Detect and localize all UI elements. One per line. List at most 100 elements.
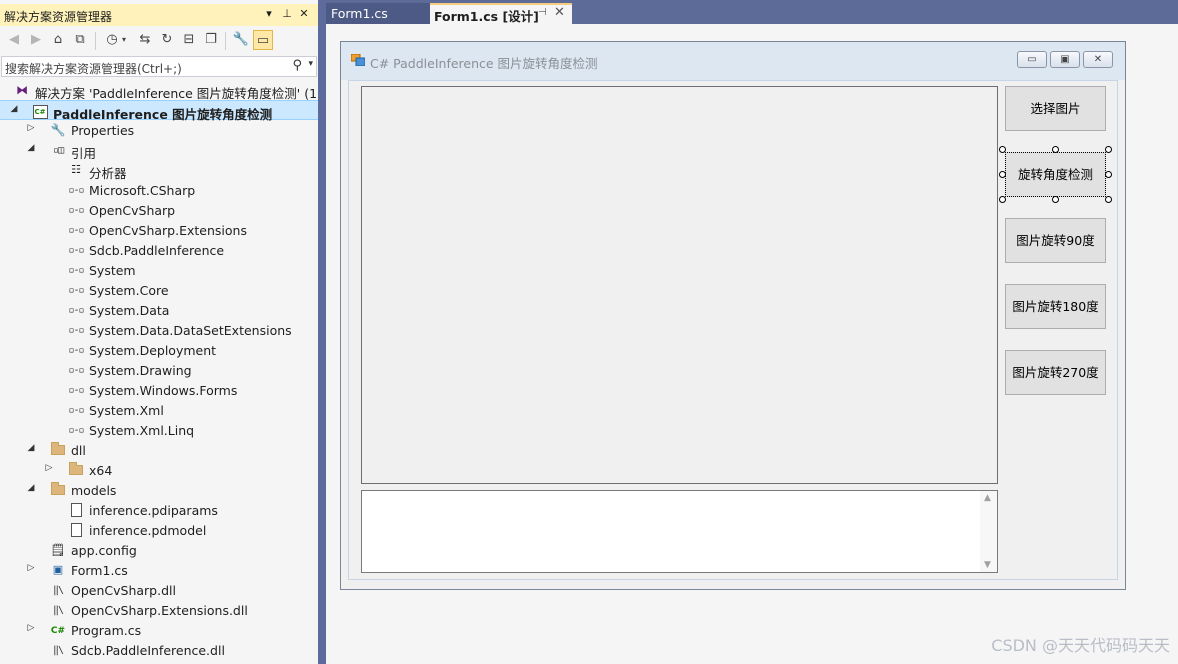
expand-icon[interactable]: ▷ [26,123,36,133]
scroll-up-icon[interactable]: ▲ [984,493,991,503]
close-icon[interactable]: ✕ [554,5,565,20]
pin-icon[interactable]: ⊥ [280,7,294,23]
form-titlebar: C# PaddleInference 图片旋转角度检测 ▭ ▣ ✕ [341,42,1125,80]
tree-item[interactable]: ⧓ 解决方案 'PaddleInference 图片旋转角度检测' (1 个 [0,80,318,101]
close-icon[interactable]: ✕ [297,7,311,23]
collapse-all-icon[interactable]: ⊟ [179,30,199,50]
panel-splitter[interactable] [318,0,326,664]
select-image-button[interactable]: 选择图片 [1005,86,1106,131]
resize-handle[interactable] [1105,196,1112,203]
tree-item-label: System.Xml [89,403,164,418]
tree-item[interactable]: ▷ x64 [0,460,318,480]
tree-item[interactable]: inference.pdiparams [0,500,318,520]
tree-item[interactable]: ▫-▫ System.Data [0,300,318,320]
dll-icon: ‖\ [52,645,64,656]
tree-item[interactable]: ◢ ▫◫ 引用 [0,140,318,161]
sync-icon[interactable]: ⇆ [135,30,155,50]
back-icon[interactable]: ◀ [4,30,24,50]
tree-item[interactable]: ▫-▫ System.Windows.Forms [0,380,318,400]
expand-icon[interactable]: ▷ [26,623,36,633]
resize-handle[interactable] [1052,196,1059,203]
resize-handle[interactable] [1052,146,1059,153]
resize-handle[interactable] [999,171,1006,178]
rotate-180-button[interactable]: 图片旋转180度 [1005,284,1106,329]
properties-icon[interactable]: 🔧 [231,30,251,50]
tree-item[interactable]: 🗒 app.config [0,540,318,560]
tree-item[interactable]: ‖\ OpenCvSharp.Extensions.dll [0,600,318,620]
tree-item[interactable]: ▫-▫ System [0,260,318,280]
resize-handle[interactable] [1105,146,1112,153]
tree-item[interactable]: ‖\ Sdcb.PaddleInference.dll [0,640,318,660]
config-icon: 🗒 [50,543,66,557]
output-textbox[interactable]: ▲ ▼ [361,490,998,573]
dropdown-icon[interactable]: ▾ [262,7,276,23]
rotate-270-button[interactable]: 图片旋转270度 [1005,350,1106,395]
picture-box[interactable] [361,86,998,484]
home-icon[interactable]: ⌂ [48,30,68,50]
expand-icon[interactable]: ▷ [44,463,54,473]
resize-handle[interactable] [999,146,1006,153]
analyzer-icon: ☷ [71,163,81,176]
tree-item-label: inference.pdmodel [89,523,207,538]
tree-item[interactable]: ☷ 分析器 [0,160,318,181]
tree-item[interactable]: ▷ ▣ Form1.cs [0,560,318,580]
tree-item[interactable]: ◢ dll [0,440,318,460]
refresh-icon[interactable]: ↻ [157,30,177,50]
resize-handle[interactable] [1105,171,1112,178]
collapse-icon[interactable]: ◢ [26,443,36,453]
tree-item[interactable]: ▫-▫ System.Xml.Linq [0,420,318,440]
form-icon [351,54,365,66]
tree-item[interactable]: ▫-▫ Sdcb.PaddleInference [0,240,318,260]
tree-item[interactable]: ▫-▫ System.Xml [0,400,318,420]
tree-item[interactable]: ▫-▫ Microsoft.CSharp [0,180,318,200]
tree-item[interactable]: ◢ C# PaddleInference 图片旋转角度检测 [0,100,318,122]
scroll-down-icon[interactable]: ▼ [984,560,991,570]
preview-icon[interactable]: ▭ [253,30,273,50]
designer-form[interactable]: C# PaddleInference 图片旋转角度检测 ▭ ▣ ✕ ▲ ▼ 选择… [340,41,1126,590]
tree-item[interactable]: ▫-▫ System.Drawing [0,360,318,380]
tree-item[interactable]: ▫-▫ OpenCvSharp [0,200,318,220]
search-input[interactable]: 搜索解决方案资源管理器(Ctrl+;) ⚲ ▾ [1,56,317,77]
tree-item[interactable]: ▫-▫ OpenCvSharp.Extensions [0,220,318,240]
detect-rotation-button[interactable]: 旋转角度检测 [1005,152,1106,197]
collapse-icon[interactable]: ◢ [26,483,36,493]
close-icon[interactable]: ✕ [1083,51,1113,68]
tree-item[interactable]: ▷ 🔧 Properties [0,120,318,140]
vertical-scrollbar[interactable]: ▲ ▼ [980,491,997,572]
tree-item-label: dll [71,443,86,458]
resize-handle[interactable] [999,196,1006,203]
collapse-icon[interactable]: ◢ [26,143,36,153]
tree-item-label: System.Drawing [89,363,192,378]
tree-item[interactable]: ▫-▫ System.Core [0,280,318,300]
minimize-icon[interactable]: ▭ [1017,51,1047,68]
forward-icon[interactable]: ▶ [26,30,46,50]
tree-item[interactable]: inference.pdmodel [0,520,318,540]
tree-item[interactable]: ▫-▫ System.Deployment [0,340,318,360]
chevron-down-icon[interactable]: ▾ [308,59,313,69]
tree-item-label: System.Windows.Forms [89,383,238,398]
form-title: C# PaddleInference 图片旋转角度检测 [370,56,598,71]
show-all-files-icon[interactable]: ❐ [201,30,221,50]
solution-explorer-titlebar: 解决方案资源管理器 ▾ ⊥ ✕ [0,4,318,26]
switch-views-icon[interactable]: ⧉ [70,30,90,50]
tree-item[interactable]: ◢ models [0,480,318,500]
collapse-icon[interactable]: ◢ [9,104,19,114]
form-icon: ▣ [52,563,64,576]
search-icon[interactable]: ⚲ [292,58,302,73]
tree-item[interactable]: ▷ C# Program.cs [0,620,318,640]
chevron-down-icon[interactable]: ▾ [118,30,130,50]
rotate-90-button[interactable]: 图片旋转90度 [1005,218,1106,263]
solution-explorer-toolbar: ◀ ▶ ⌂ ⧉ ◷ ▾ ⇆ ↻ ⊟ ❐ 🔧 ▭ [0,28,318,54]
tree-item-label: x64 [89,463,113,478]
watermark: CSDN @天天代码码天天 [991,636,1170,655]
tree-item[interactable]: ‖\ OpenCvSharp.dll [0,580,318,600]
tab-form1-code[interactable]: Form1.cs [326,3,430,24]
tree-item-label: System.Core [89,283,169,298]
maximize-icon[interactable]: ▣ [1050,51,1080,68]
tab-form1-designer[interactable]: Form1.cs [设计] ⊣ ✕ [430,3,572,24]
expand-icon[interactable]: ▷ [26,563,36,573]
folder-icon [68,462,84,478]
tree-item[interactable]: ▫-▫ System.Data.DataSetExtensions [0,320,318,340]
form-client-area: ▲ ▼ 选择图片 旋转角度检测 图片旋转90度 图片旋转180度 图片旋转270… [348,80,1118,580]
pin-icon[interactable]: ⊣ [538,7,547,18]
